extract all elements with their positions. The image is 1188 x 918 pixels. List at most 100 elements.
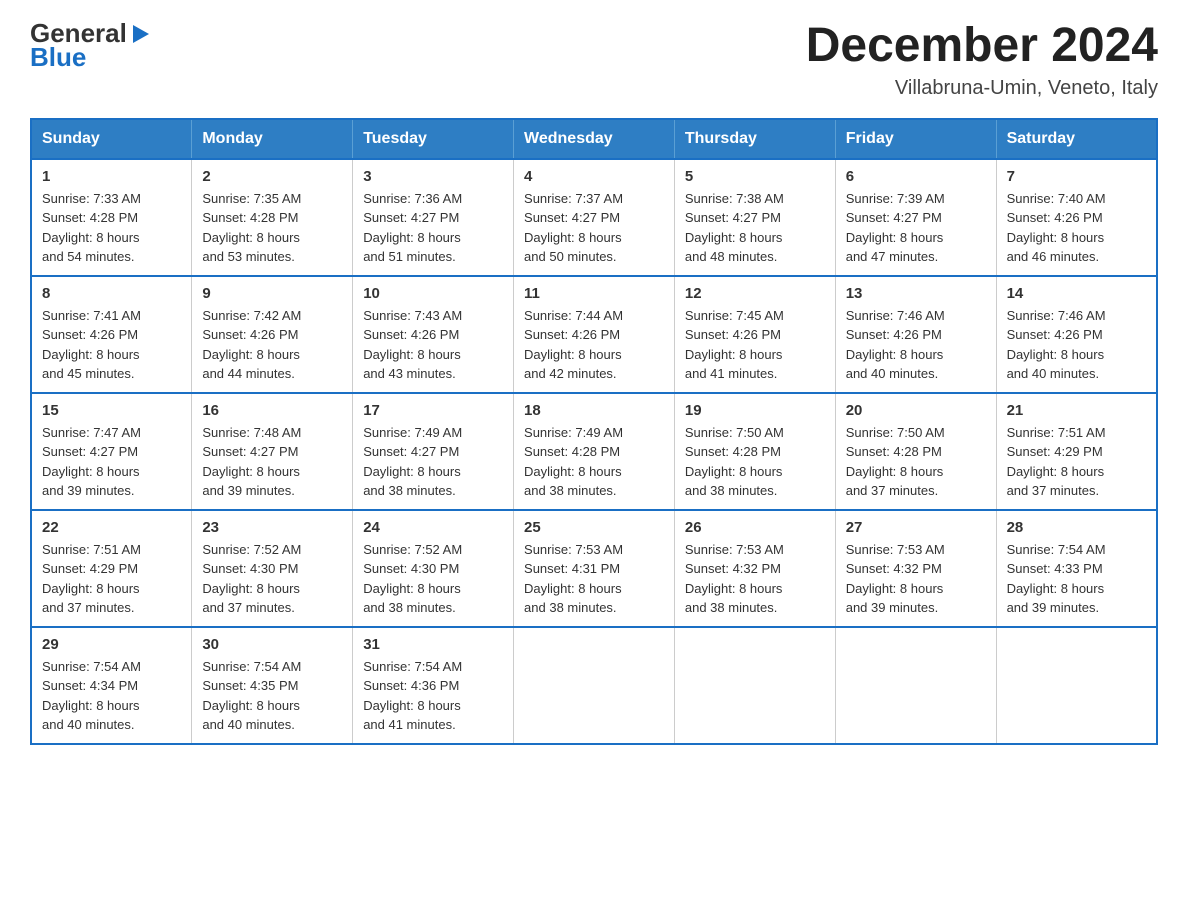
table-row: 11 Sunrise: 7:44 AM Sunset: 4:26 PM Dayl…	[514, 276, 675, 393]
day-info: Sunrise: 7:45 AM Sunset: 4:26 PM Dayligh…	[685, 306, 825, 384]
table-row	[674, 627, 835, 744]
col-saturday: Saturday	[996, 119, 1157, 159]
table-row: 17 Sunrise: 7:49 AM Sunset: 4:27 PM Dayl…	[353, 393, 514, 510]
logo: General Blue	[30, 20, 151, 73]
day-number: 17	[363, 402, 503, 419]
calendar-week-row: 29 Sunrise: 7:54 AM Sunset: 4:34 PM Dayl…	[31, 627, 1157, 744]
table-row: 23 Sunrise: 7:52 AM Sunset: 4:30 PM Dayl…	[192, 510, 353, 627]
day-info: Sunrise: 7:47 AM Sunset: 4:27 PM Dayligh…	[42, 423, 181, 501]
table-row: 14 Sunrise: 7:46 AM Sunset: 4:26 PM Dayl…	[996, 276, 1157, 393]
logo-blue: Blue	[30, 42, 86, 73]
table-row: 28 Sunrise: 7:54 AM Sunset: 4:33 PM Dayl…	[996, 510, 1157, 627]
table-row: 22 Sunrise: 7:51 AM Sunset: 4:29 PM Dayl…	[31, 510, 192, 627]
calendar-header-row: Sunday Monday Tuesday Wednesday Thursday…	[31, 119, 1157, 159]
day-info: Sunrise: 7:54 AM Sunset: 4:34 PM Dayligh…	[42, 657, 181, 735]
day-number: 19	[685, 402, 825, 419]
table-row: 31 Sunrise: 7:54 AM Sunset: 4:36 PM Dayl…	[353, 627, 514, 744]
table-row: 16 Sunrise: 7:48 AM Sunset: 4:27 PM Dayl…	[192, 393, 353, 510]
day-number: 11	[524, 285, 664, 302]
day-info: Sunrise: 7:41 AM Sunset: 4:26 PM Dayligh…	[42, 306, 181, 384]
day-number: 6	[846, 168, 986, 185]
table-row: 26 Sunrise: 7:53 AM Sunset: 4:32 PM Dayl…	[674, 510, 835, 627]
table-row: 13 Sunrise: 7:46 AM Sunset: 4:26 PM Dayl…	[835, 276, 996, 393]
day-info: Sunrise: 7:53 AM Sunset: 4:32 PM Dayligh…	[685, 540, 825, 618]
day-info: Sunrise: 7:53 AM Sunset: 4:32 PM Dayligh…	[846, 540, 986, 618]
day-number: 9	[202, 285, 342, 302]
day-number: 15	[42, 402, 181, 419]
day-info: Sunrise: 7:42 AM Sunset: 4:26 PM Dayligh…	[202, 306, 342, 384]
day-info: Sunrise: 7:38 AM Sunset: 4:27 PM Dayligh…	[685, 189, 825, 267]
day-info: Sunrise: 7:36 AM Sunset: 4:27 PM Dayligh…	[363, 189, 503, 267]
day-info: Sunrise: 7:52 AM Sunset: 4:30 PM Dayligh…	[363, 540, 503, 618]
day-info: Sunrise: 7:54 AM Sunset: 4:35 PM Dayligh…	[202, 657, 342, 735]
day-number: 5	[685, 168, 825, 185]
col-wednesday: Wednesday	[514, 119, 675, 159]
day-number: 16	[202, 402, 342, 419]
col-friday: Friday	[835, 119, 996, 159]
calendar-week-row: 8 Sunrise: 7:41 AM Sunset: 4:26 PM Dayli…	[31, 276, 1157, 393]
table-row: 12 Sunrise: 7:45 AM Sunset: 4:26 PM Dayl…	[674, 276, 835, 393]
day-number: 10	[363, 285, 503, 302]
table-row: 27 Sunrise: 7:53 AM Sunset: 4:32 PM Dayl…	[835, 510, 996, 627]
day-number: 31	[363, 636, 503, 653]
day-number: 20	[846, 402, 986, 419]
table-row: 30 Sunrise: 7:54 AM Sunset: 4:35 PM Dayl…	[192, 627, 353, 744]
day-info: Sunrise: 7:51 AM Sunset: 4:29 PM Dayligh…	[1007, 423, 1146, 501]
day-info: Sunrise: 7:46 AM Sunset: 4:26 PM Dayligh…	[846, 306, 986, 384]
calendar-table: Sunday Monday Tuesday Wednesday Thursday…	[30, 118, 1158, 745]
table-row: 8 Sunrise: 7:41 AM Sunset: 4:26 PM Dayli…	[31, 276, 192, 393]
day-info: Sunrise: 7:35 AM Sunset: 4:28 PM Dayligh…	[202, 189, 342, 267]
day-info: Sunrise: 7:52 AM Sunset: 4:30 PM Dayligh…	[202, 540, 342, 618]
calendar-title: December 2024	[806, 20, 1158, 73]
day-number: 22	[42, 519, 181, 536]
day-info: Sunrise: 7:44 AM Sunset: 4:26 PM Dayligh…	[524, 306, 664, 384]
day-info: Sunrise: 7:54 AM Sunset: 4:36 PM Dayligh…	[363, 657, 503, 735]
calendar-week-row: 15 Sunrise: 7:47 AM Sunset: 4:27 PM Dayl…	[31, 393, 1157, 510]
table-row: 6 Sunrise: 7:39 AM Sunset: 4:27 PM Dayli…	[835, 159, 996, 276]
day-info: Sunrise: 7:49 AM Sunset: 4:28 PM Dayligh…	[524, 423, 664, 501]
col-monday: Monday	[192, 119, 353, 159]
day-number: 7	[1007, 168, 1146, 185]
day-number: 26	[685, 519, 825, 536]
col-tuesday: Tuesday	[353, 119, 514, 159]
day-number: 24	[363, 519, 503, 536]
day-number: 8	[42, 285, 181, 302]
table-row: 18 Sunrise: 7:49 AM Sunset: 4:28 PM Dayl…	[514, 393, 675, 510]
day-info: Sunrise: 7:50 AM Sunset: 4:28 PM Dayligh…	[685, 423, 825, 501]
table-row	[835, 627, 996, 744]
header: General Blue December 2024 Villabruna-Um…	[30, 20, 1158, 100]
logo-arrow-icon	[129, 23, 151, 45]
day-info: Sunrise: 7:33 AM Sunset: 4:28 PM Dayligh…	[42, 189, 181, 267]
calendar-subtitle: Villabruna-Umin, Veneto, Italy	[806, 77, 1158, 100]
day-number: 2	[202, 168, 342, 185]
table-row: 10 Sunrise: 7:43 AM Sunset: 4:26 PM Dayl…	[353, 276, 514, 393]
day-number: 18	[524, 402, 664, 419]
table-row: 25 Sunrise: 7:53 AM Sunset: 4:31 PM Dayl…	[514, 510, 675, 627]
day-number: 1	[42, 168, 181, 185]
table-row: 20 Sunrise: 7:50 AM Sunset: 4:28 PM Dayl…	[835, 393, 996, 510]
table-row: 2 Sunrise: 7:35 AM Sunset: 4:28 PM Dayli…	[192, 159, 353, 276]
table-row: 9 Sunrise: 7:42 AM Sunset: 4:26 PM Dayli…	[192, 276, 353, 393]
table-row	[514, 627, 675, 744]
day-number: 28	[1007, 519, 1146, 536]
day-number: 12	[685, 285, 825, 302]
table-row: 29 Sunrise: 7:54 AM Sunset: 4:34 PM Dayl…	[31, 627, 192, 744]
table-row: 15 Sunrise: 7:47 AM Sunset: 4:27 PM Dayl…	[31, 393, 192, 510]
table-row: 24 Sunrise: 7:52 AM Sunset: 4:30 PM Dayl…	[353, 510, 514, 627]
day-info: Sunrise: 7:48 AM Sunset: 4:27 PM Dayligh…	[202, 423, 342, 501]
day-info: Sunrise: 7:54 AM Sunset: 4:33 PM Dayligh…	[1007, 540, 1146, 618]
day-info: Sunrise: 7:40 AM Sunset: 4:26 PM Dayligh…	[1007, 189, 1146, 267]
day-info: Sunrise: 7:53 AM Sunset: 4:31 PM Dayligh…	[524, 540, 664, 618]
day-number: 21	[1007, 402, 1146, 419]
day-number: 23	[202, 519, 342, 536]
day-info: Sunrise: 7:50 AM Sunset: 4:28 PM Dayligh…	[846, 423, 986, 501]
calendar-week-row: 22 Sunrise: 7:51 AM Sunset: 4:29 PM Dayl…	[31, 510, 1157, 627]
title-block: December 2024 Villabruna-Umin, Veneto, I…	[806, 20, 1158, 100]
table-row: 21 Sunrise: 7:51 AM Sunset: 4:29 PM Dayl…	[996, 393, 1157, 510]
day-info: Sunrise: 7:46 AM Sunset: 4:26 PM Dayligh…	[1007, 306, 1146, 384]
day-number: 4	[524, 168, 664, 185]
day-number: 25	[524, 519, 664, 536]
day-info: Sunrise: 7:37 AM Sunset: 4:27 PM Dayligh…	[524, 189, 664, 267]
col-thursday: Thursday	[674, 119, 835, 159]
col-sunday: Sunday	[31, 119, 192, 159]
